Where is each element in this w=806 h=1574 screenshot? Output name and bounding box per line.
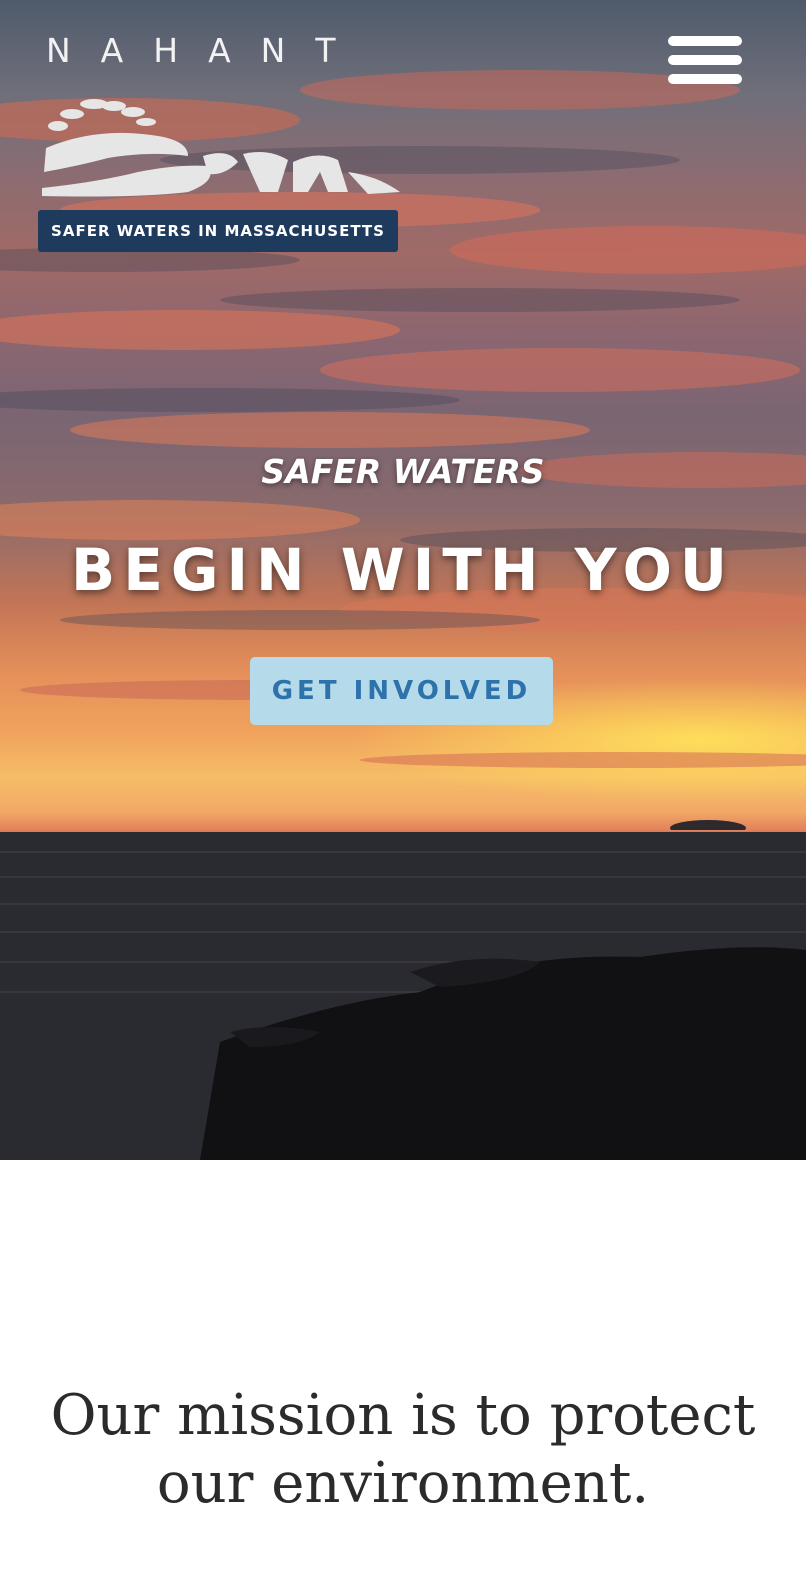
mission-statement: Our mission is to protect our environmen… bbox=[50, 1383, 756, 1516]
logo-wordmark: NAHANT bbox=[46, 31, 366, 70]
logo-tagline: SAFER WATERS IN MASSACHUSETTS bbox=[38, 210, 398, 252]
hero-section: NAHANT SAFER WATERS IN MASSACHUSETTS SAF… bbox=[0, 0, 806, 1160]
ocean-rocks-background bbox=[0, 832, 806, 1160]
hero-headline: BEGIN WITH YOU bbox=[71, 536, 735, 604]
hero-kicker: SAFER WATERS bbox=[261, 452, 545, 491]
hamburger-menu-button[interactable] bbox=[668, 36, 742, 96]
get-involved-button[interactable]: GET INVOLVED bbox=[250, 657, 553, 725]
swim-logo-icon bbox=[42, 99, 400, 197]
